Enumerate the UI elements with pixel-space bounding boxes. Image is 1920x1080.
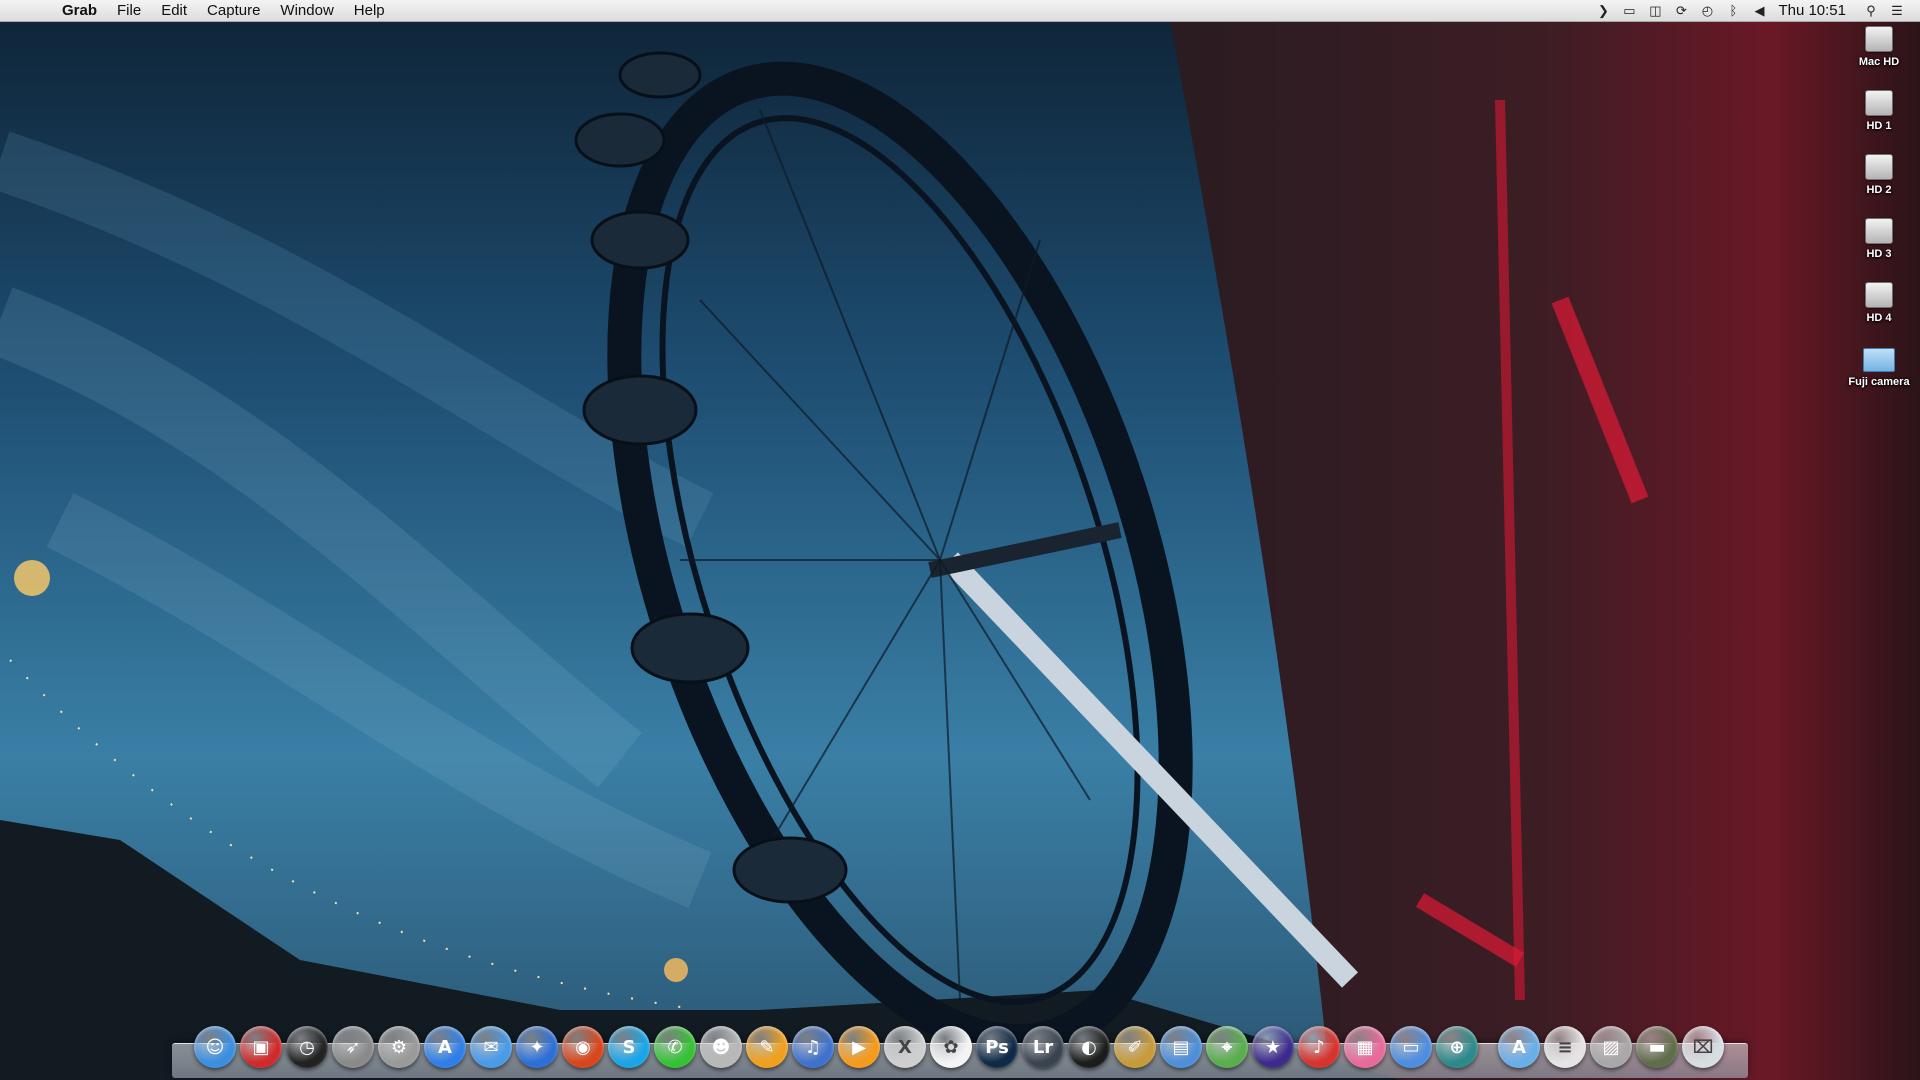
chevron-right-icon[interactable]: ❯ xyxy=(1590,3,1616,19)
menu-extras: ❯ ▭ ◫ ⟳ ◴ ᛒ ◀ Thu 10:51 ⚲ ☰ xyxy=(1590,0,1920,22)
skype-icon[interactable]: S xyxy=(608,1026,650,1068)
menu-help[interactable]: Help xyxy=(344,0,395,22)
messages-icon[interactable]: ✆ xyxy=(654,1026,696,1068)
menu-bar: Grab File Edit Capture Window Help ❯ ▭ ◫… xyxy=(0,0,1920,22)
spotlight-search-icon[interactable]: ⚲ xyxy=(1858,3,1884,19)
screen-icon[interactable]: ◫ xyxy=(1642,3,1668,19)
itunes-icon[interactable]: ♫ xyxy=(792,1026,834,1068)
safari-icon[interactable]: ✦ xyxy=(516,1026,558,1068)
infuse-icon[interactable]: ▶ xyxy=(838,1026,880,1068)
sync-icon[interactable]: ⟳ xyxy=(1668,3,1694,19)
system-preferences-icon[interactable]: ⚙ xyxy=(378,1026,420,1068)
launchpad-icon[interactable]: ➶ xyxy=(332,1026,374,1068)
network-utility-icon[interactable]: ⊕ xyxy=(1436,1026,1478,1068)
hard-drive-icon xyxy=(1865,218,1893,244)
menu-file[interactable]: File xyxy=(107,0,151,22)
lightroom-icon[interactable]: Lr xyxy=(1022,1026,1064,1068)
desktop-drive-hd-1[interactable]: HD 1 xyxy=(1834,90,1920,132)
keynote-icon[interactable]: ▭ xyxy=(1390,1026,1432,1068)
imovie-icon[interactable]: ★ xyxy=(1252,1026,1294,1068)
contacts-icon[interactable]: ☻ xyxy=(700,1026,742,1068)
desktop-icon-label: HD 3 xyxy=(1866,248,1892,260)
pictures-stack-icon[interactable]: ▨ xyxy=(1590,1026,1632,1068)
time-machine-icon[interactable]: ◴ xyxy=(1694,3,1720,19)
bluetooth-icon[interactable]: ᛒ xyxy=(1720,3,1746,18)
garageband-icon[interactable]: ♪ xyxy=(1298,1026,1340,1068)
desktop-drive-hd-2[interactable]: HD 2 xyxy=(1834,154,1920,196)
menu-app-grab[interactable]: Grab xyxy=(52,0,107,22)
desktop-folder-fuji-camera[interactable]: Fuji camera xyxy=(1834,348,1920,388)
downloads-stack-icon[interactable]: ▬ xyxy=(1636,1026,1678,1068)
aperture-icon[interactable]: ◐ xyxy=(1068,1026,1110,1068)
desktop-icon-label: HD 1 xyxy=(1866,120,1892,132)
dock: ☺ ▣ ◷ ➶ ⚙ A ✉ ✦ ◉ S ✆ ☻ ✎ ♫ ▶ X ✿ Ps Lr ◐ ✐ ▤ ⌖ ★ ♪ ▦ ▭ ⊕ A ≡ ▨ ▬ ⌧ xyxy=(194,1024,1724,1070)
desktop-drive-hd-3[interactable]: HD 3 xyxy=(1834,218,1920,260)
clock-icon[interactable]: ◷ xyxy=(286,1026,328,1068)
color-utility-icon[interactable]: ▦ xyxy=(1344,1026,1386,1068)
hard-drive-icon xyxy=(1865,282,1893,308)
desktop-icon-label: HD 2 xyxy=(1866,184,1892,196)
desktop-wallpaper xyxy=(0,0,1920,1080)
folder-icon xyxy=(1863,348,1895,372)
trash-icon[interactable]: ⌧ xyxy=(1682,1026,1724,1068)
notification-center-icon[interactable]: ☰ xyxy=(1884,3,1910,19)
desktop-icon-label: Fuji camera xyxy=(1848,376,1910,388)
desktop-icon-label: Mac HD xyxy=(1858,56,1900,68)
preview-icon[interactable]: ▤ xyxy=(1160,1026,1202,1068)
firefox-icon[interactable]: ◉ xyxy=(562,1026,604,1068)
menu-window[interactable]: Window xyxy=(270,0,343,22)
photoshop-icon[interactable]: Ps xyxy=(976,1026,1018,1068)
desktop-icon-label: HD 4 xyxy=(1866,312,1892,324)
app-store-icon[interactable]: A xyxy=(424,1026,466,1068)
desktop-drive-hd-4[interactable]: HD 4 xyxy=(1834,282,1920,324)
image-editor-icon[interactable]: ✐ xyxy=(1114,1026,1156,1068)
finder-icon[interactable]: ☺ xyxy=(194,1026,236,1068)
menu-capture[interactable]: Capture xyxy=(197,0,270,22)
textedit-icon[interactable]: X xyxy=(884,1026,926,1068)
mail-icon[interactable]: ✉ xyxy=(470,1026,512,1068)
documents-stack-icon[interactable]: ≡ xyxy=(1544,1026,1586,1068)
hard-drive-icon xyxy=(1865,26,1893,52)
menu-edit[interactable]: Edit xyxy=(151,0,197,22)
maps-icon[interactable]: ⌖ xyxy=(1206,1026,1248,1068)
applications-folder-icon[interactable]: A xyxy=(1498,1026,1540,1068)
photos-icon[interactable]: ✿ xyxy=(930,1026,972,1068)
airplay-icon[interactable]: ▭ xyxy=(1616,3,1642,19)
pages-icon[interactable]: ✎ xyxy=(746,1026,788,1068)
photo-booth-icon[interactable]: ▣ xyxy=(240,1026,282,1068)
volume-icon[interactable]: ◀ xyxy=(1746,3,1772,19)
clock[interactable]: Thu 10:51 xyxy=(1772,2,1858,19)
hard-drive-icon xyxy=(1865,154,1893,180)
desktop-drive-mac-hd[interactable]: Mac HD xyxy=(1834,26,1920,68)
hard-drive-icon xyxy=(1865,90,1893,116)
